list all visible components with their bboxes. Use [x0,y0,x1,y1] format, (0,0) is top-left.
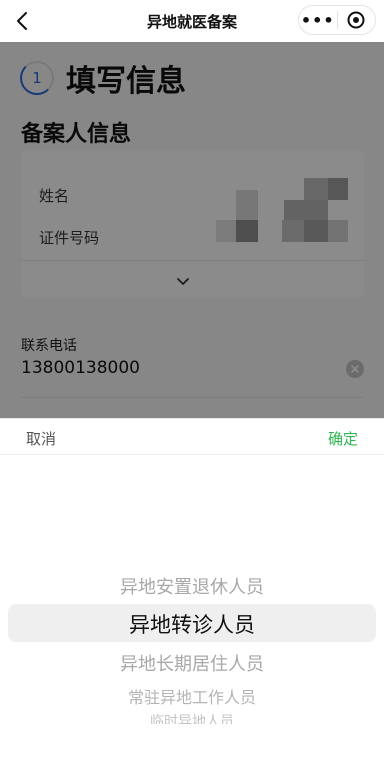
back-button[interactable] [10,9,34,33]
page-title: 异地就医备案 [146,12,237,31]
picker-option[interactable]: 异地安置退休人员 [0,573,384,599]
capsule-menu: ••• [298,5,376,35]
modal-mask[interactable] [0,42,384,422]
picker-header: 取消 确定 [0,419,384,455]
picker-option[interactable]: 常驻异地工作人员 [0,684,384,708]
target-circle-icon [347,11,365,29]
close-miniprogram-button[interactable] [337,6,375,34]
confirm-button[interactable]: 确定 [328,428,358,449]
picker-sheet: 取消 确定 异地安置退休人员 异地转诊人员 异地长期居住人员 常驻异地工作人员 … [0,418,384,762]
picker-option[interactable]: 异地长期居住人员 [0,650,384,676]
picker-option-selected[interactable]: 异地转诊人员 [0,609,384,639]
chevron-left-icon [17,12,27,30]
cancel-button[interactable]: 取消 [26,428,56,449]
navigation-bar: 异地就医备案 ••• [0,0,384,42]
picker-option[interactable]: 临时异地人员 [0,711,384,724]
more-dots-icon[interactable]: ••• [299,6,337,34]
